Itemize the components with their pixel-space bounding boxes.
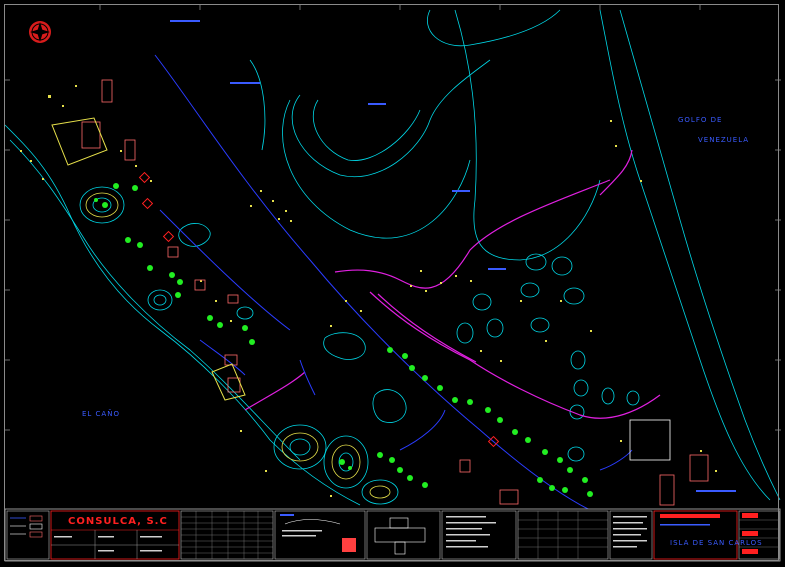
company-name: CONSULCA, S.C — [68, 516, 168, 527]
label-gulf-2: VENEZUELA — [698, 136, 749, 144]
north-arrow-icon — [29, 21, 51, 43]
title-block: CONSULCA, S.C ISLA DE SAN CARLOS — [4, 508, 781, 562]
cad-drawing: GOLFO DE VENEZUELA EL CAÑO CONSULCA, S.C — [0, 0, 785, 567]
label-cano: EL CAÑO — [82, 409, 120, 418]
project-title: ISLA DE SAN CARLOS — [670, 539, 763, 547]
label-gulf-1: GOLFO DE — [678, 116, 722, 124]
